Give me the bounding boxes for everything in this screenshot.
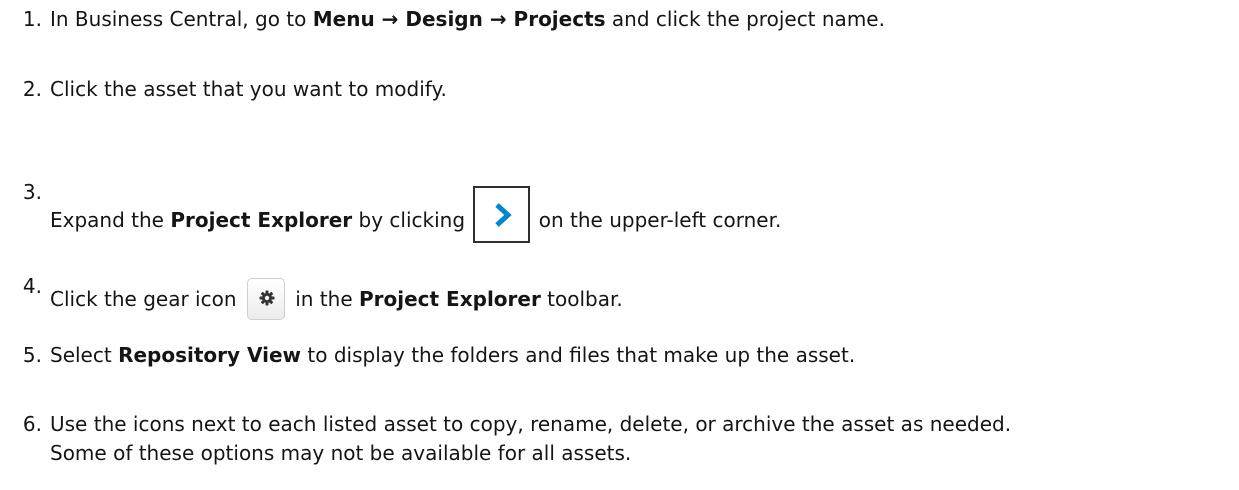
step-5: 5. Select Repository View to display the…: [10, 341, 1230, 370]
step-number: 5.: [22, 343, 42, 367]
step-text-line: Some of these options may not be availab…: [50, 441, 632, 465]
step-2: 2. Click the asset that you want to modi…: [10, 75, 1230, 104]
step-text: Select Repository View to display the fo…: [50, 341, 1230, 370]
step-text: In Business Central, go to Menu → Design…: [50, 5, 1230, 34]
step-number: 2.: [22, 77, 42, 101]
step-text-suffix: to display the folders and files that ma…: [301, 343, 856, 367]
step-number: 4.: [22, 274, 42, 298]
step-text-suffix: on the upper-left corner.: [532, 208, 782, 232]
expand-explorer-button[interactable]: [473, 186, 531, 243]
step-text-prefix: Select: [50, 343, 119, 367]
step-number: 1.: [22, 7, 42, 31]
step-4: 4. Click the gear icon in the Project Ex…: [10, 272, 1230, 320]
step-3: 3. Expand the Project Explorer by clicki…: [10, 178, 1230, 243]
step-text: Click the asset that you want to modify.: [50, 77, 447, 101]
gear-icon: [259, 290, 275, 306]
project-explorer-term: Project Explorer: [359, 287, 541, 311]
step-text: Click the gear icon in the Project Explo…: [50, 272, 1230, 320]
step-text-suffix: toolbar.: [540, 287, 623, 311]
step-text-prefix: Expand the: [50, 208, 171, 232]
step-text-middle: by clicking: [352, 208, 472, 232]
step-number: 6.: [22, 412, 42, 436]
step-1: 1. In Business Central, go to Menu → Des…: [10, 5, 1230, 34]
step-text-prefix: In Business Central, go to: [50, 7, 313, 31]
procedure-steps: 1. In Business Central, go to Menu → Des…: [0, 0, 1239, 490]
chevron-right-icon: [495, 203, 513, 227]
repository-view-term: Repository View: [118, 343, 302, 367]
menu-path: Menu → Design → Projects: [312, 7, 606, 31]
project-explorer-term: Project Explorer: [170, 208, 353, 232]
gear-button[interactable]: [246, 278, 285, 320]
step-number: 3.: [22, 180, 42, 204]
step-text: Expand the Project Explorer by clicking …: [50, 178, 1230, 243]
step-6: 6. Use the icons next to each listed ass…: [10, 410, 1230, 468]
step-text-line: Use the icons next to each listed asset …: [50, 412, 1012, 436]
step-text-middle: in the: [288, 287, 359, 311]
step-text-prefix: Click the gear icon: [50, 287, 243, 311]
step-text-suffix: and click the project name.: [605, 7, 885, 31]
step-text: Use the icons next to each listed asset …: [50, 410, 1230, 468]
